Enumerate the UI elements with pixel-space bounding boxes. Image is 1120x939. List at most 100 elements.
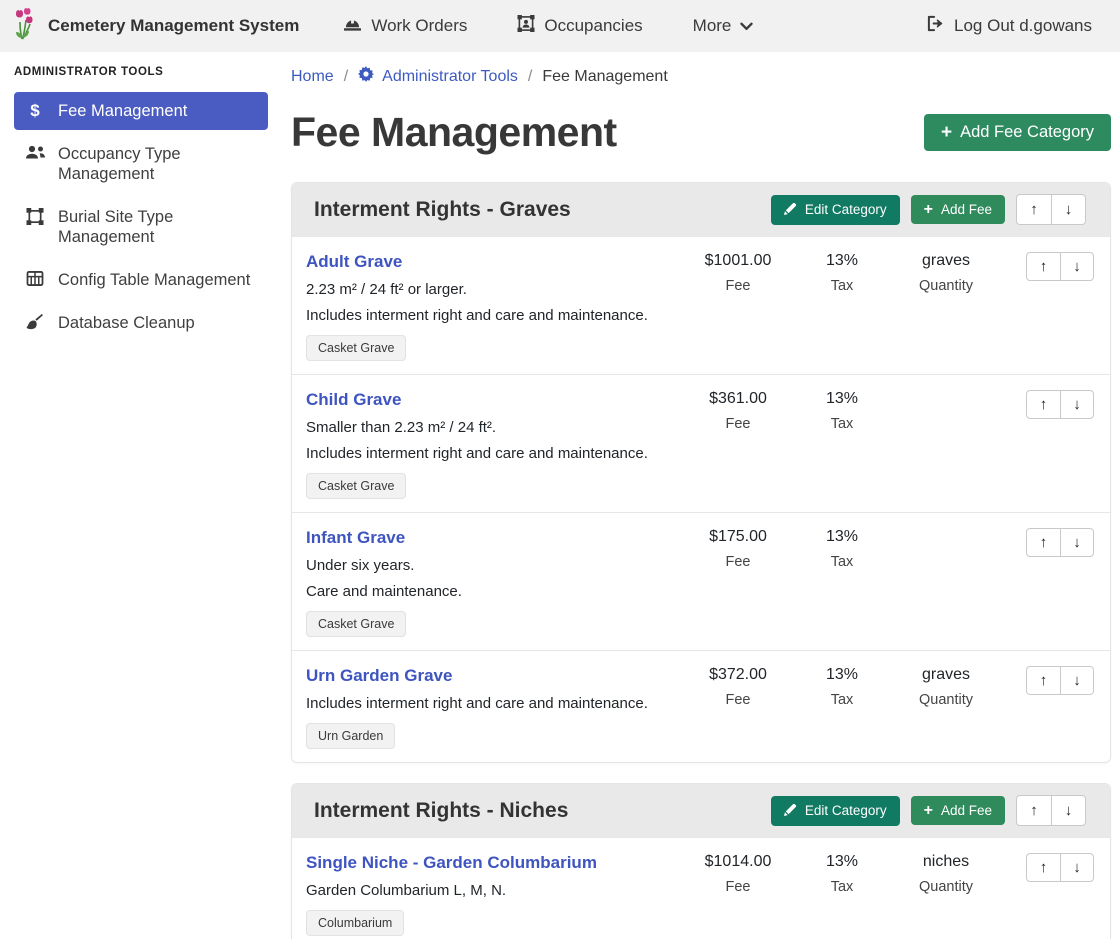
nav-item-label: Occupancies (544, 16, 642, 36)
app-title: Cemetery Management System (48, 16, 299, 36)
fee-tax-value: 13% (790, 853, 894, 871)
pencil-icon (784, 202, 797, 218)
fee-description: Includes interment right and care and ma… (306, 307, 686, 324)
broom-icon (24, 314, 46, 330)
move-fee-down-button[interactable]: ↓ (1060, 528, 1094, 557)
occupant-frame-icon (517, 15, 535, 37)
fee-amount-value: $175.00 (686, 528, 790, 546)
fee-amount-value: $1001.00 (686, 252, 790, 270)
fee-category-title: Interment Rights - Niches (314, 799, 771, 823)
move-category-down-button[interactable]: ↓ (1051, 194, 1086, 225)
fee-row: Single Niche - Garden Columbarium Garden… (292, 837, 1110, 939)
fee-description: Includes interment right and care and ma… (306, 445, 686, 462)
top-navbar: Cemetery Management System Work Orders O… (0, 0, 1120, 52)
move-fee-up-button[interactable]: ↑ (1026, 666, 1060, 695)
move-fee-down-button[interactable]: ↓ (1060, 666, 1094, 695)
fee-name-link[interactable]: Urn Garden Grave (306, 666, 452, 686)
fee-tax-label: Tax (790, 879, 894, 895)
fee-quantity-label: Quantity (894, 879, 998, 895)
edit-category-button[interactable]: Edit Category (771, 195, 900, 225)
move-fee-down-button[interactable]: ↓ (1060, 252, 1094, 281)
move-category-up-button[interactable]: ↑ (1016, 795, 1051, 826)
fee-quantity-column (894, 390, 998, 398)
fee-type-badge: Casket Grave (306, 611, 406, 637)
sidebar-item-burial-site-type-management[interactable]: Burial Site Type Management (14, 198, 268, 256)
fee-amount-label: Fee (686, 554, 790, 570)
fee-tax-value: 13% (790, 528, 894, 546)
fee-description: Includes interment right and care and ma… (306, 695, 686, 712)
fee-name-link[interactable]: Adult Grave (306, 252, 402, 272)
fee-row-details: Child Grave Smaller than 2.23 m² / 24 ft… (306, 390, 686, 499)
fee-category-card: Interment Rights - Niches Edit Category … (291, 783, 1111, 939)
fee-type-badge: Urn Garden (306, 723, 395, 749)
plus-icon: + (924, 203, 933, 217)
dollar-icon: $ (24, 102, 46, 120)
nav-item-occupancies[interactable]: Occupancies (507, 9, 652, 43)
fee-amount-value: $361.00 (686, 390, 790, 408)
add-fee-button[interactable]: + Add Fee (911, 796, 1005, 825)
fee-reorder-controls: ↑ ↓ (1010, 252, 1094, 281)
move-fee-up-button[interactable]: ↑ (1026, 252, 1060, 281)
fee-tax-column: 13% Tax (790, 528, 894, 570)
fee-tax-value: 13% (790, 666, 894, 684)
logout-button[interactable]: Log Out d.gowans (916, 9, 1102, 43)
fee-row: Infant Grave Under six years.Care and ma… (292, 512, 1110, 650)
fee-amount-column: $1014.00 Fee (686, 853, 790, 895)
pencil-icon (784, 803, 797, 819)
breadcrumb-home-link[interactable]: Home (291, 68, 334, 86)
fee-amount-label: Fee (686, 278, 790, 294)
fee-amount-value: $372.00 (686, 666, 790, 684)
page-title: Fee Management (291, 109, 617, 156)
fee-tax-label: Tax (790, 278, 894, 294)
fee-quantity-column (894, 528, 998, 536)
move-fee-down-button[interactable]: ↓ (1060, 390, 1094, 419)
chevron-down-icon (740, 16, 753, 36)
fee-amount-value: $1014.00 (686, 853, 790, 871)
fee-category-list: Interment Rights - Graves Edit Category … (291, 182, 1111, 939)
fee-category-header: Interment Rights - Niches Edit Category … (292, 784, 1110, 837)
sidebar-item-database-cleanup[interactable]: Database Cleanup (14, 304, 268, 342)
move-category-down-button[interactable]: ↓ (1051, 795, 1086, 826)
move-fee-up-button[interactable]: ↑ (1026, 528, 1060, 557)
app-brand: Cemetery Management System (12, 8, 299, 45)
fee-category-title: Interment Rights - Graves (314, 198, 771, 222)
fee-type-badge: Casket Grave (306, 335, 406, 361)
fee-amount-column: $361.00 Fee (686, 390, 790, 432)
breadcrumb-current: Fee Management (542, 68, 667, 86)
plus-icon: + (941, 126, 952, 140)
fee-name-link[interactable]: Single Niche - Garden Columbarium (306, 853, 597, 873)
sidebar-item-occupancy-type-management[interactable]: Occupancy Type Management (14, 135, 268, 193)
breadcrumb-separator: / (528, 68, 532, 86)
add-fee-category-label: Add Fee Category (960, 123, 1094, 142)
fee-name-link[interactable]: Infant Grave (306, 528, 405, 548)
nav-item-more[interactable]: More (683, 10, 764, 42)
move-category-up-button[interactable]: ↑ (1016, 194, 1051, 225)
fee-quantity-value: graves (894, 252, 998, 270)
fee-name-link[interactable]: Child Grave (306, 390, 401, 410)
fee-reorder-controls: ↑ ↓ (1010, 853, 1094, 882)
edit-category-label: Edit Category (805, 803, 887, 818)
sidebar-item-label: Database Cleanup (58, 313, 195, 333)
nav-item-work-orders[interactable]: Work Orders (333, 10, 477, 43)
main-content: Home / Administrator Tools / Fee Managem… (280, 52, 1120, 939)
users-icon (24, 145, 46, 160)
sidebar-item-config-table-management[interactable]: Config Table Management (14, 261, 268, 299)
edit-category-button[interactable]: Edit Category (771, 796, 900, 826)
fee-type-badge: Casket Grave (306, 473, 406, 499)
fee-description: Under six years. (306, 557, 686, 574)
fee-amount-label: Fee (686, 879, 790, 895)
fee-reorder-controls: ↑ ↓ (1010, 528, 1094, 557)
breadcrumb-admin-tools-link[interactable]: Administrator Tools (358, 66, 518, 87)
plus-icon: + (924, 804, 933, 818)
nav-item-label: Work Orders (371, 16, 467, 36)
fee-quantity-column: graves Quantity (894, 252, 998, 294)
add-fee-button[interactable]: + Add Fee (911, 195, 1005, 224)
move-fee-down-button[interactable]: ↓ (1060, 853, 1094, 882)
sidebar-item-fee-management[interactable]: $ Fee Management (14, 92, 268, 130)
add-fee-category-button[interactable]: + Add Fee Category (924, 114, 1111, 151)
move-fee-up-button[interactable]: ↑ (1026, 390, 1060, 419)
fee-category-actions: Edit Category + Add Fee ↑ ↓ (771, 795, 1086, 826)
tulip-logo-icon (12, 8, 38, 45)
category-reorder-controls: ↑ ↓ (1016, 194, 1086, 225)
move-fee-up-button[interactable]: ↑ (1026, 853, 1060, 882)
